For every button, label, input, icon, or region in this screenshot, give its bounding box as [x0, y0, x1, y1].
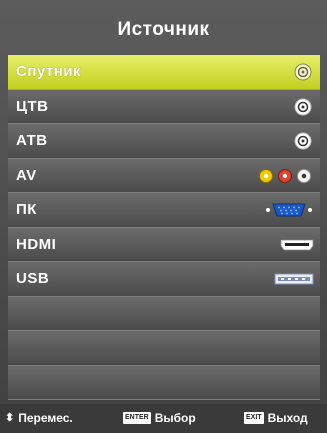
source-item-label: АТВ: [16, 132, 48, 149]
source-item-usb[interactable]: USB: [8, 262, 320, 297]
source-item-av[interactable]: AV: [8, 158, 320, 193]
rf-jack-icon: [292, 130, 314, 152]
rca-av-jacks-icon: [258, 165, 314, 187]
select-hint-label: Выбор: [154, 411, 196, 425]
source-list: Спутник ЦТВ АТВ AV ПК HDMI USB: [8, 55, 320, 400]
exit-hint: EXIT Выход: [244, 411, 308, 425]
source-item-label: ЦТВ: [16, 97, 49, 115]
move-hint: ⬍ Перемес.: [5, 411, 73, 425]
source-item-hdmi[interactable]: HDMI: [8, 227, 320, 262]
empty-row: [8, 331, 320, 366]
up-down-arrow-icon: ⬍: [5, 411, 15, 424]
footer-hints: ⬍ Перемес. ENTER Выбор EXIT Выход: [0, 404, 327, 433]
menu-title: Источник: [117, 19, 210, 40]
source-menu: Источник Спутник ЦТВ АТВ AV ПК HDMI USB …: [0, 0, 327, 433]
select-hint: ENTER Выбор: [123, 411, 196, 425]
rf-jack-icon: [292, 96, 314, 118]
source-item-label: HDMI: [16, 235, 57, 253]
hdmi-port-icon: [280, 234, 314, 256]
vga-connector-icon: [264, 199, 314, 221]
source-item-label: USB: [16, 270, 50, 287]
enter-key-icon: ENTER: [123, 412, 151, 424]
source-item-label: AV: [16, 166, 37, 184]
source-item-label: Спутник: [16, 63, 82, 80]
empty-row: [8, 365, 320, 400]
source-item-dtv[interactable]: ЦТВ: [8, 89, 320, 124]
move-hint-label: Перемес.: [18, 411, 73, 425]
usb-port-icon: [274, 268, 314, 290]
exit-key-icon: EXIT: [244, 412, 264, 424]
exit-hint-label: Выход: [267, 411, 308, 425]
source-item-satellite[interactable]: Спутник: [8, 55, 320, 90]
source-item-pc[interactable]: ПК: [8, 193, 320, 228]
source-item-label: ПК: [16, 201, 37, 218]
satellite-rf-jack-icon: [292, 61, 314, 83]
source-item-atv[interactable]: АТВ: [8, 124, 320, 159]
empty-row: [8, 296, 320, 331]
